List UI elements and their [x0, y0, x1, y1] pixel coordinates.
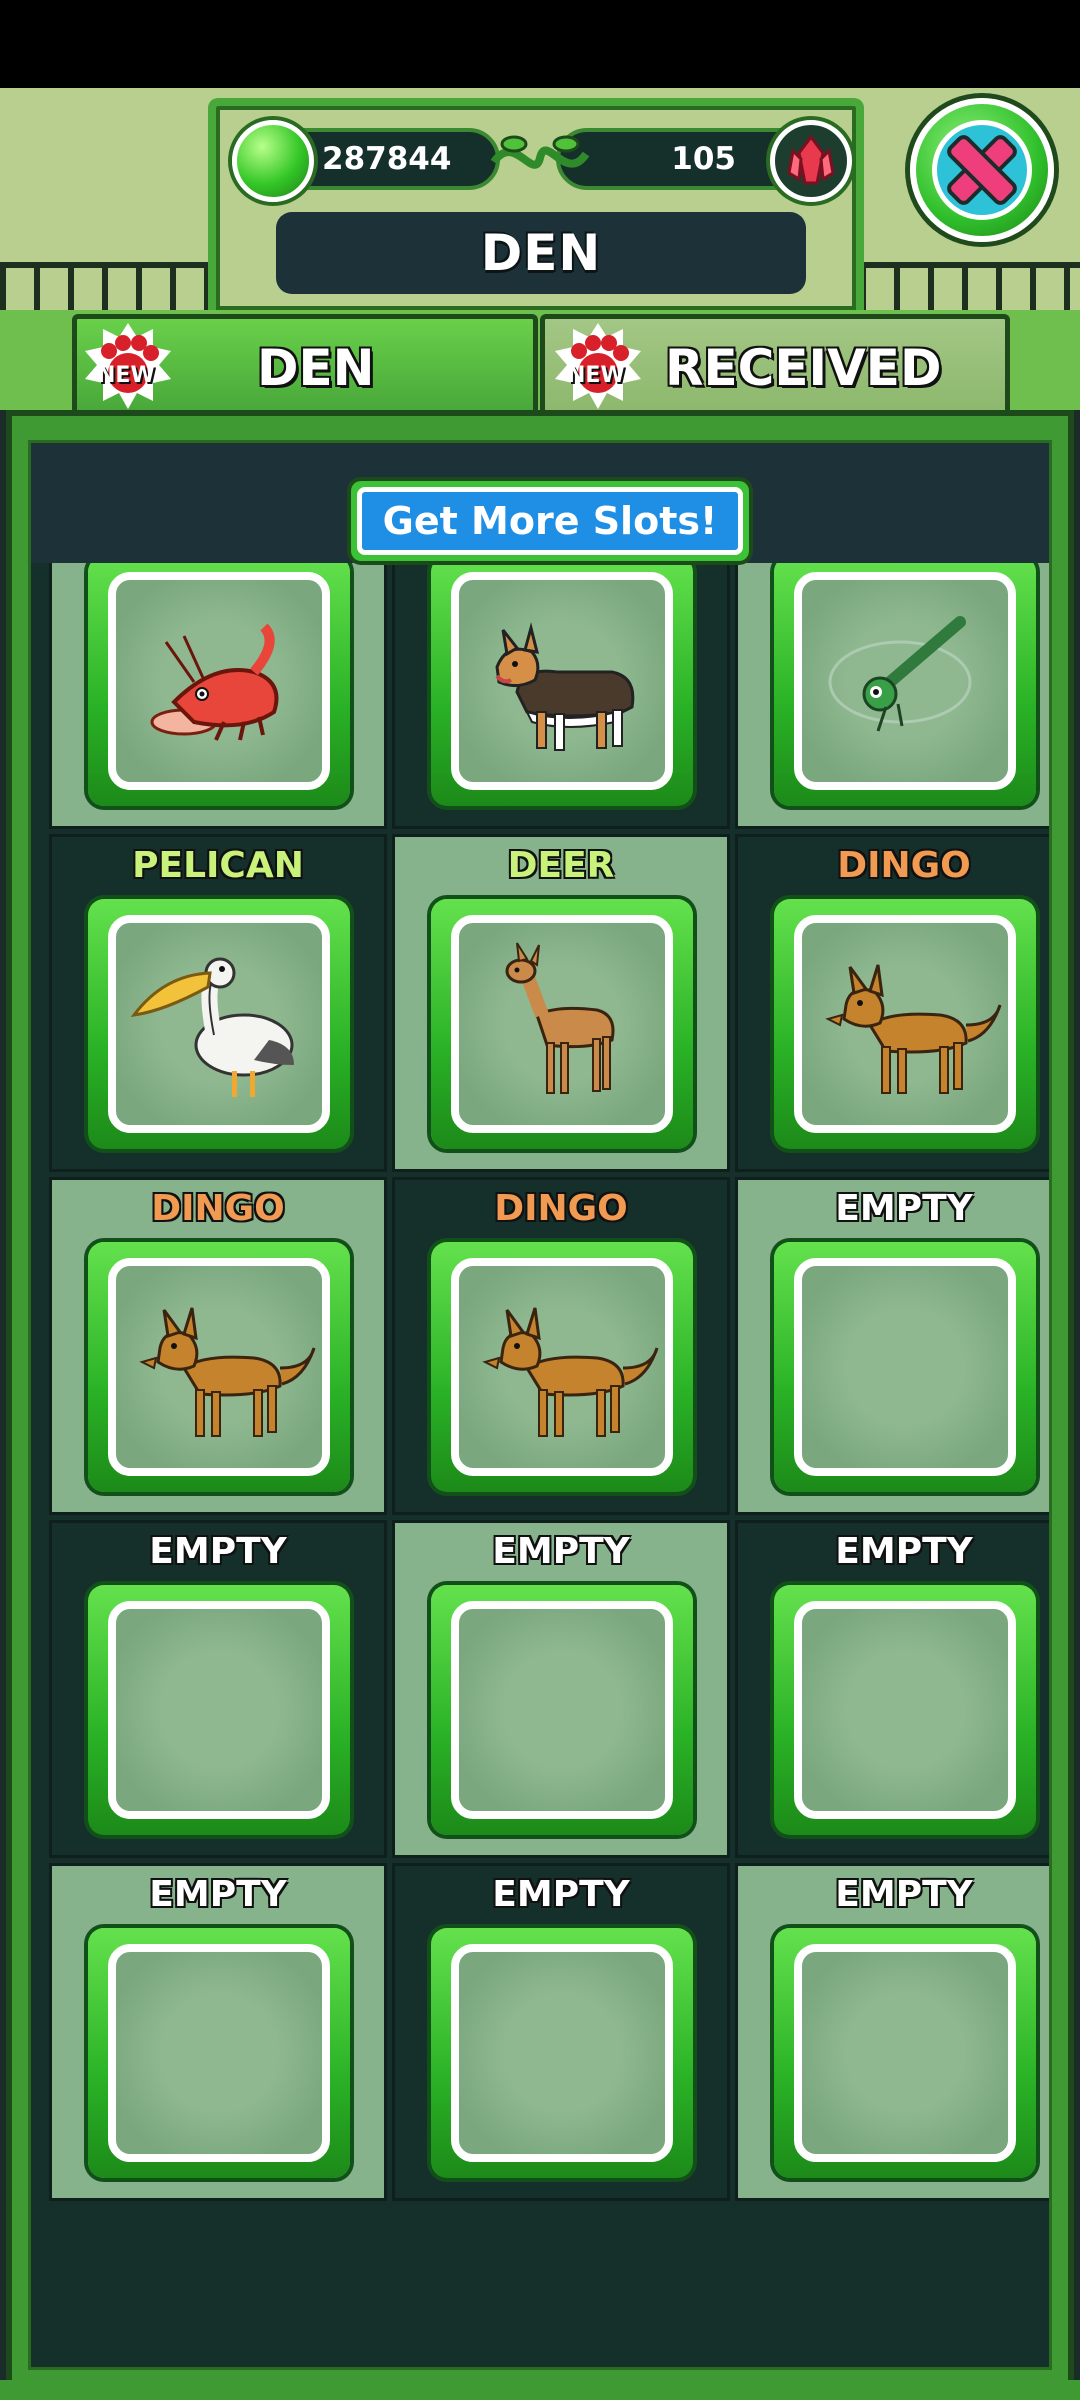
corgi-icon	[495, 622, 635, 751]
dingo-icon	[139, 1307, 316, 1437]
slot-label: EMPTY	[835, 1874, 973, 1915]
slot-label: DINGO	[494, 1188, 628, 1229]
slot-cell[interactable]: DINGO	[735, 834, 1049, 1172]
slot-label: PELICAN	[132, 845, 304, 886]
slot-frame[interactable]	[88, 1242, 350, 1492]
slot-cell[interactable]: EMPTY	[392, 1520, 730, 1858]
slot-window	[451, 1601, 673, 1819]
slot-cell[interactable]: EMPTY	[49, 1520, 387, 1858]
slot-label: EMPTY	[492, 1874, 630, 1915]
slot-label: EMPTY	[835, 1188, 973, 1229]
slot-frame[interactable]	[88, 556, 350, 806]
page-title: DEN	[276, 212, 806, 294]
tab-received-badge: NEW	[567, 363, 625, 388]
close-button[interactable]	[910, 98, 1054, 242]
slot-frame[interactable]	[774, 1585, 1036, 1835]
den-panel: Get More Slots! LOVSTERCORGIDRAGONFLYPEL…	[6, 410, 1074, 2400]
slot-frame[interactable]	[774, 1242, 1036, 1492]
slot-label: DEER	[507, 845, 615, 886]
get-more-slots-button[interactable]: Get More Slots!	[351, 481, 749, 561]
slot-window	[108, 1944, 330, 2162]
bottom-border	[0, 2380, 1080, 2400]
slot-cell[interactable]: PELICAN	[49, 834, 387, 1172]
den-panel-inner: Get More Slots! LOVSTERCORGIDRAGONFLYPEL…	[28, 440, 1052, 2370]
slot-cell[interactable]: EMPTY	[735, 1177, 1049, 1515]
get-more-slots-label: Get More Slots!	[357, 487, 743, 555]
tab-den[interactable]: NEW DEN	[72, 314, 538, 410]
new-paw-badge-icon: NEW	[553, 321, 643, 411]
new-paw-badge-icon: NEW	[83, 321, 173, 411]
slot-frame[interactable]	[774, 1928, 1036, 2178]
slot-frame[interactable]	[431, 1928, 693, 2178]
slot-label: EMPTY	[149, 1531, 287, 1572]
tab-received[interactable]: NEW RECEIVED	[540, 314, 1010, 410]
gem-count: 287844	[322, 141, 452, 177]
close-x-icon	[947, 135, 1017, 205]
slot-cell[interactable]: EMPTY	[392, 1863, 730, 2201]
slot-cell[interactable]: EMPTY	[735, 1863, 1049, 2201]
slot-cell[interactable]: EMPTY	[49, 1863, 387, 2201]
tab-den-label: DEN	[257, 339, 375, 397]
vine-ornament-icon	[490, 135, 590, 169]
red-crystal-icon	[770, 120, 852, 202]
slot-cell[interactable]: DINGO	[392, 1177, 730, 1515]
slot-window	[451, 1944, 673, 2162]
status-bar	[0, 0, 1080, 88]
slot-frame[interactable]	[431, 899, 693, 1149]
crystal-count: 105	[671, 141, 736, 177]
slot-frame[interactable]	[88, 899, 350, 1149]
slot-frame[interactable]	[431, 1242, 693, 1492]
slot-frame[interactable]	[431, 556, 693, 806]
slot-window	[794, 1601, 1016, 1819]
slot-window	[794, 1944, 1016, 2162]
slot-label: DINGO	[151, 1188, 285, 1229]
dingo-icon	[825, 964, 1002, 1094]
fence-right	[860, 262, 1080, 316]
page-title-text: DEN	[480, 224, 602, 282]
slot-label: EMPTY	[492, 1531, 630, 1572]
slot-window	[108, 1601, 330, 1819]
tab-den-badge: NEW	[97, 363, 155, 388]
dragonfly-icon	[828, 616, 972, 732]
lobster-icon	[150, 623, 279, 741]
slot-label: DINGO	[837, 845, 971, 886]
slot-cell[interactable]: DEER	[392, 834, 730, 1172]
slot-frame[interactable]	[774, 899, 1036, 1149]
slot-frame[interactable]	[431, 1585, 693, 1835]
green-gem-icon	[232, 120, 314, 202]
slot-frame[interactable]	[88, 1928, 350, 2178]
slot-frame[interactable]	[774, 556, 1036, 806]
dingo-icon	[482, 1307, 659, 1437]
slot-frame[interactable]	[88, 1585, 350, 1835]
slot-label: EMPTY	[835, 1531, 973, 1572]
slot-window	[794, 1258, 1016, 1476]
pelican-icon	[130, 957, 294, 1097]
fence-left	[0, 262, 210, 316]
slot-cell[interactable]: DINGO	[49, 1177, 387, 1515]
slot-label: EMPTY	[149, 1874, 287, 1915]
slot-cell[interactable]: EMPTY	[735, 1520, 1049, 1858]
tab-received-label: RECEIVED	[665, 339, 942, 397]
deer-icon	[505, 942, 615, 1094]
more-slots-bar: Get More Slots!	[31, 443, 1049, 563]
